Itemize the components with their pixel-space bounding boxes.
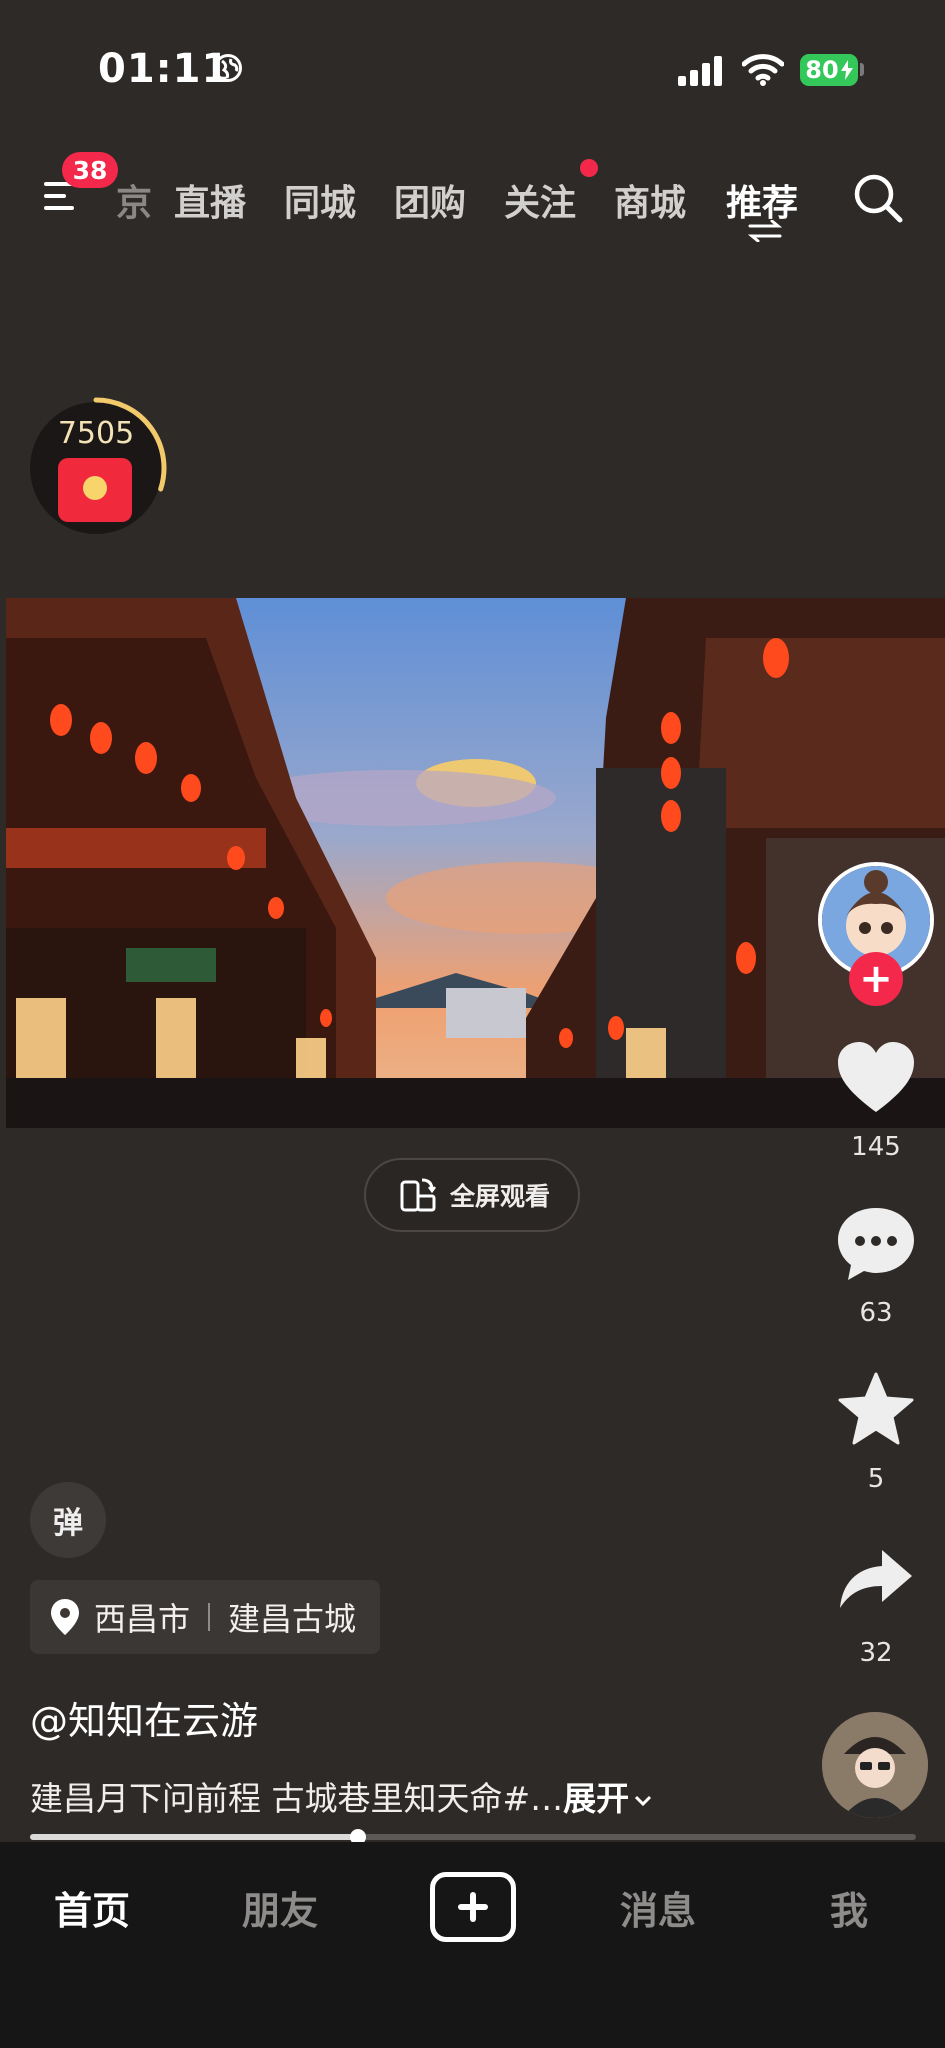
status-time: 01:11 [98, 46, 231, 92]
tab-local-clipped[interactable]: 京 [116, 174, 152, 226]
globe-icon [214, 54, 242, 82]
search-icon[interactable] [852, 172, 904, 224]
battery-indicator: 80 [800, 54, 858, 86]
tab-nearby[interactable]: 同城 [284, 174, 356, 226]
danmu-label: 弹 [53, 1506, 83, 1541]
plus-icon [458, 1892, 488, 1922]
switch-arrows-icon[interactable] [748, 220, 782, 242]
red-envelope-coin [83, 476, 107, 500]
fullscreen-label: 全屏观看 [450, 1182, 551, 1211]
location-place: 建昌古城 [228, 1600, 357, 1638]
tab-me[interactable]: 我 [830, 1880, 868, 1935]
location-pin-icon [51, 1599, 79, 1635]
tab-live[interactable]: 直播 [174, 174, 246, 226]
tab-home[interactable]: 首页 [54, 1880, 130, 1935]
tab-recommend[interactable]: 推荐 [726, 174, 798, 226]
battery-level: 80 [805, 56, 839, 84]
share-count: 32 [859, 1638, 893, 1668]
caption-text: 建昌月下问前程 古城巷里知天命#… [30, 1779, 564, 1818]
star-icon [838, 1372, 914, 1445]
charging-bolt-icon [840, 60, 853, 80]
location-tag[interactable]: 西昌市 建昌古城 [30, 1580, 381, 1654]
favorite-button[interactable] [834, 1372, 918, 1446]
author-name[interactable]: @知知在云游 [30, 1690, 258, 1745]
battery-nub [860, 63, 864, 76]
danmu-toggle-button[interactable]: 弹 [30, 1482, 106, 1558]
tab-group-buy[interactable]: 团购 [394, 174, 466, 226]
rotate-screen-icon [400, 1178, 436, 1212]
chevron-down-icon [635, 1795, 652, 1806]
favorite-count: 5 [867, 1464, 885, 1494]
playback-progress-fill [30, 1834, 358, 1840]
cellular-signal-icon [678, 56, 722, 86]
music-disc-avatar [822, 1712, 928, 1818]
fullscreen-button[interactable]: 全屏观看 [364, 1158, 580, 1232]
notification-badge: 38 [62, 152, 118, 188]
tab-following[interactable]: 关注 [504, 174, 576, 226]
heart-icon [838, 1042, 914, 1112]
expand-caption-button[interactable]: 展开 [563, 1779, 653, 1818]
like-count: 145 [851, 1132, 901, 1162]
share-button[interactable] [834, 1548, 918, 1610]
red-packet-count: 7505 [57, 416, 135, 451]
wifi-icon [742, 54, 784, 86]
create-post-button[interactable] [430, 1872, 516, 1942]
tab-mall[interactable]: 商城 [614, 174, 686, 226]
share-arrow-icon [840, 1550, 912, 1608]
comment-bubble-icon [838, 1208, 914, 1280]
location-city: 西昌市 [94, 1600, 191, 1638]
location-divider [208, 1603, 211, 1631]
video-caption: 建昌月下问前程 古城巷里知天命#…展开 [30, 1772, 653, 1820]
following-dot-badge [580, 159, 598, 177]
follow-creator-button[interactable]: + [849, 952, 903, 1006]
expand-label: 展开 [563, 1779, 630, 1818]
video-frame[interactable] [6, 598, 945, 1128]
comment-count: 63 [859, 1298, 893, 1328]
music-disc[interactable] [822, 1712, 928, 1818]
like-button[interactable] [834, 1042, 918, 1114]
comment-button[interactable] [834, 1206, 918, 1282]
tab-friends[interactable]: 朋友 [242, 1880, 318, 1935]
tab-messages[interactable]: 消息 [620, 1880, 696, 1935]
